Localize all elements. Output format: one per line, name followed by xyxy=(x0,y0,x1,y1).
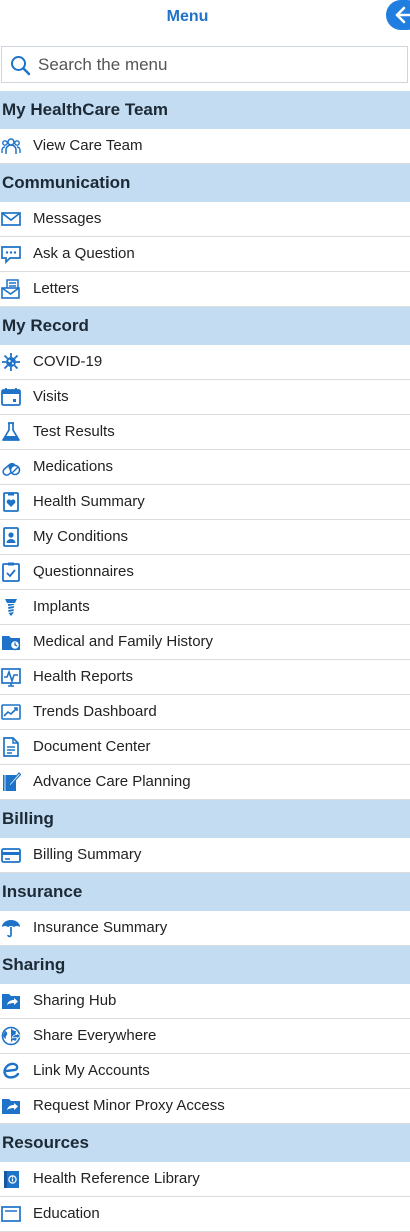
menu-item-label: Document Center xyxy=(33,738,151,755)
menu-item-label: Health Reference Library xyxy=(33,1170,200,1187)
share-folder-icon xyxy=(1,991,21,1011)
section-header-insurance: Insurance xyxy=(0,873,410,911)
flask-icon xyxy=(1,422,21,442)
menu-item-medical-and-family-history[interactable]: Medical and Family History xyxy=(0,625,410,660)
search-box xyxy=(1,46,408,83)
menu-item-visits[interactable]: Visits xyxy=(0,380,410,415)
menu-item-label: Sharing Hub xyxy=(33,992,117,1009)
menu-item-billing-summary[interactable]: Billing Summary xyxy=(0,838,410,873)
menu-item-label: Implants xyxy=(33,598,90,615)
calendar-icon xyxy=(1,387,21,407)
section-header-resources: Resources xyxy=(0,1124,410,1162)
menu-item-label: Messages xyxy=(33,210,102,227)
menu-item-label: My Conditions xyxy=(33,528,129,545)
menu-item-link-my-accounts[interactable]: Link My Accounts xyxy=(0,1054,410,1089)
menu-item-covid-19[interactable]: COVID-19 xyxy=(0,345,410,380)
menu-item-label: Questionnaires xyxy=(33,563,134,580)
menu-item-label: Medications xyxy=(33,458,114,475)
heartbeat-chart-icon xyxy=(1,667,21,687)
menu-item-label: Letters xyxy=(33,280,79,297)
menu-item-label: Billing Summary xyxy=(33,846,142,863)
care-team-icon xyxy=(1,136,21,156)
globe-share-icon xyxy=(1,1026,22,1046)
menu-header: Menu xyxy=(0,0,410,40)
menu-item-my-conditions[interactable]: My Conditions xyxy=(0,520,410,555)
menu-item-letters[interactable]: Letters xyxy=(0,272,410,307)
checklist-icon xyxy=(1,562,21,582)
menu-item-label: View Care Team xyxy=(33,137,143,154)
menu-item-label: Health Summary xyxy=(33,493,145,510)
person-badge-icon xyxy=(1,527,21,547)
info-book-icon xyxy=(1,1169,21,1189)
menu-item-share-everywhere[interactable]: Share Everywhere xyxy=(0,1019,410,1054)
umbrella-icon xyxy=(1,918,21,938)
menu-item-label: Visits xyxy=(33,388,69,405)
menu-item-label: Advance Care Planning xyxy=(33,773,191,790)
envelope-icon xyxy=(1,209,21,229)
menu-item-implants[interactable]: Implants xyxy=(0,590,410,625)
menu-item-label: Link My Accounts xyxy=(33,1062,150,1079)
menu-item-label: Request Minor Proxy Access xyxy=(33,1097,225,1114)
screw-icon xyxy=(1,597,21,617)
folder-clock-icon xyxy=(1,632,21,652)
menu-item-label: Ask a Question xyxy=(33,245,135,262)
menu-item-request-minor-proxy-access[interactable]: Request Minor Proxy Access xyxy=(0,1089,410,1124)
notebook-pen-icon xyxy=(1,772,22,792)
document-icon xyxy=(1,737,21,757)
menu-item-label: Test Results xyxy=(33,423,115,440)
search-icon xyxy=(11,56,31,76)
share-folder-icon xyxy=(1,1096,21,1116)
menu-item-label: Insurance Summary xyxy=(33,919,168,936)
menu-item-label: Medical and Family History xyxy=(33,633,214,650)
menu-item-questionnaires[interactable]: Questionnaires xyxy=(0,555,410,590)
letter-icon xyxy=(1,279,21,299)
trend-line-icon xyxy=(1,702,21,722)
menu-item-health-reference-library[interactable]: Health Reference Library xyxy=(0,1162,410,1197)
search-input[interactable] xyxy=(38,51,398,79)
menu-item-medications[interactable]: Medications xyxy=(0,450,410,485)
menu-list: My HealthCare Team View Care Team Communic… xyxy=(0,91,410,1232)
heart-badge-icon xyxy=(1,492,21,512)
menu-item-label: Trends Dashboard xyxy=(33,703,157,720)
section-header-sharing: Sharing xyxy=(0,946,410,984)
menu-item-test-results[interactable]: Test Results xyxy=(0,415,410,450)
menu-item-label: COVID-19 xyxy=(33,353,103,370)
menu-item-label: Health Reports xyxy=(33,668,134,685)
pills-icon xyxy=(1,457,21,477)
menu-item-messages[interactable]: Messages xyxy=(0,202,410,237)
menu-item-label: Education xyxy=(33,1205,100,1222)
back-button[interactable] xyxy=(386,0,410,30)
section-header-my-healthcare-team: My HealthCare Team xyxy=(0,91,410,129)
menu-item-trends-dashboard[interactable]: Trends Dashboard xyxy=(0,695,410,730)
arrow-left-icon xyxy=(395,6,410,24)
menu-item-health-reports[interactable]: Health Reports xyxy=(0,660,410,695)
menu-item-view-care-team[interactable]: View Care Team xyxy=(0,129,410,164)
section-header-billing: Billing xyxy=(0,800,410,838)
chat-bubble-icon xyxy=(1,244,21,265)
menu-item-sharing-hub[interactable]: Sharing Hub xyxy=(0,984,410,1019)
menu-item-education[interactable]: Education xyxy=(0,1197,410,1232)
education-icon xyxy=(1,1204,21,1224)
menu-item-insurance-summary[interactable]: Insurance Summary xyxy=(0,911,410,946)
credit-card-icon xyxy=(1,845,21,865)
menu-title: Menu xyxy=(166,8,209,25)
menu-item-document-center[interactable]: Document Center xyxy=(0,730,410,765)
section-header-my-record: My Record xyxy=(0,307,410,345)
virus-icon xyxy=(1,352,21,372)
menu-item-label: Share Everywhere xyxy=(33,1027,157,1044)
menu-item-advance-care-planning[interactable]: Advance Care Planning xyxy=(0,765,410,800)
link-e-icon xyxy=(1,1061,21,1081)
section-header-communication: Communication xyxy=(0,164,410,202)
menu-item-ask-a-question[interactable]: Ask a Question xyxy=(0,237,410,272)
menu-item-health-summary[interactable]: Health Summary xyxy=(0,485,410,520)
